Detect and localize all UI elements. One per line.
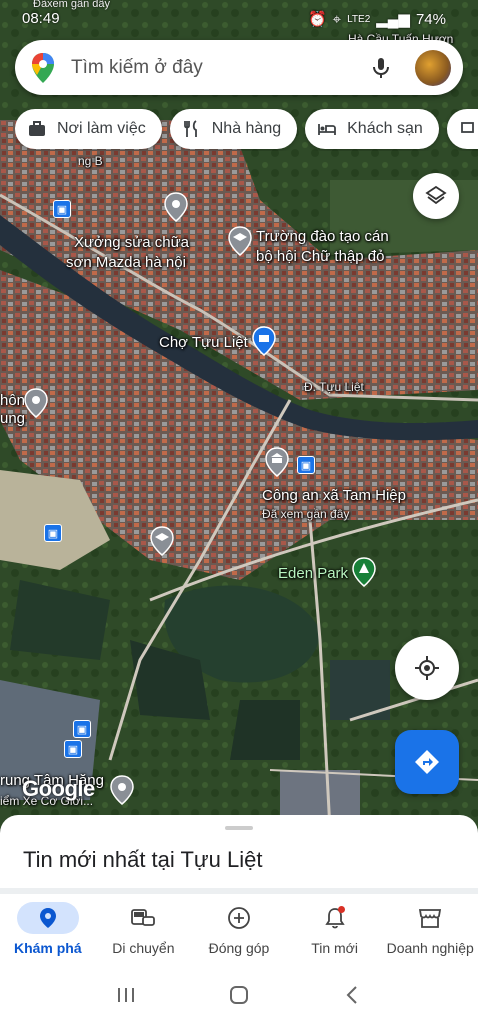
place-pin-icon-2[interactable] xyxy=(24,388,48,418)
map-label-street: Đ. Tựu Liệt xyxy=(304,380,364,394)
map-label-school-1[interactable]: Trường đào tạo cán xyxy=(256,228,389,246)
nav-icon-wrap xyxy=(112,902,174,934)
search-bar[interactable]: Tìm kiếm ở đây xyxy=(15,40,463,95)
bottom-nav: Khám phá Di chuyển Đóng góp Tin mới Doan… xyxy=(0,888,478,966)
mic-icon[interactable] xyxy=(369,56,393,80)
chip-label: Khách sạn xyxy=(347,120,423,137)
restaurant-icon xyxy=(183,120,197,137)
chip-work[interactable]: Nơi làm việc xyxy=(15,109,162,149)
layers-icon xyxy=(425,185,447,205)
avatar[interactable] xyxy=(415,49,451,86)
map-label-police[interactable]: Công an xã Tam Hiệp xyxy=(262,487,406,505)
map-label-left-1[interactable]: hôn xyxy=(0,392,25,410)
park-pin-icon[interactable] xyxy=(352,557,376,587)
bus-stop-icon-3[interactable]: ▣ xyxy=(44,524,62,542)
place-pin-icon-3[interactable] xyxy=(110,775,134,805)
nav-icon-wrap xyxy=(399,902,461,934)
chip-label: Nơi làm việc xyxy=(57,120,146,137)
add-circle-icon xyxy=(228,907,250,929)
place-pin-icon[interactable] xyxy=(164,192,188,222)
briefcase-icon xyxy=(29,121,45,136)
commute-icon xyxy=(131,909,156,926)
map-label-left-2[interactable]: ung xyxy=(0,410,25,428)
nav-explore[interactable]: Khám phá xyxy=(0,894,96,966)
cafe-icon xyxy=(460,122,474,133)
google-logo: Google xyxy=(22,776,95,801)
nav-updates[interactable]: Tin mới xyxy=(287,894,383,966)
bus-stop-icon-2[interactable]: ▣ xyxy=(297,456,315,474)
bottom-sheet[interactable]: Tin mới nhất tại Tựu Liệt xyxy=(0,815,478,895)
chip-label: Nhà hàng xyxy=(211,120,282,137)
map-label-mazda-1[interactable]: Xưởng sửa chữa xyxy=(74,234,189,252)
status-right: ⏰ ⌖ LTE2 ▂▄▆ 74% xyxy=(307,10,446,29)
sheet-drag-handle[interactable] xyxy=(225,826,253,830)
network-label: LTE2 xyxy=(347,13,371,25)
status-top-text: Đãxem gần đây xyxy=(33,0,111,10)
bus-stop-icon[interactable]: ▣ xyxy=(53,200,71,218)
map-label-road: ng B xyxy=(78,154,103,168)
nav-label: Di chuyển xyxy=(112,940,175,956)
home-icon xyxy=(229,986,248,1004)
map-label-park[interactable]: Eden Park xyxy=(278,565,348,583)
category-chips: Nơi làm việc Nhà hàng Khách sạn xyxy=(15,109,478,151)
layers-button[interactable] xyxy=(413,173,459,219)
recent-apps-button[interactable] xyxy=(114,983,138,1007)
directions-icon xyxy=(415,750,439,774)
status-time: 08:49 xyxy=(22,10,60,27)
nav-icon-wrap xyxy=(208,902,270,934)
bus-stop-icon-5[interactable]: ▣ xyxy=(64,740,82,758)
nav-label: Doanh nghiệp xyxy=(386,940,474,956)
bus-stop-icon-4[interactable]: ▣ xyxy=(73,720,91,738)
my-location-button[interactable] xyxy=(395,636,459,700)
nav-label: Đóng góp xyxy=(208,940,270,956)
school-pin-icon-2[interactable] xyxy=(150,526,174,556)
explore-pin-icon xyxy=(39,908,56,928)
directions-button[interactable] xyxy=(395,730,459,794)
nav-label: Khám phá xyxy=(13,940,82,956)
sheet-title: Tin mới nhất tại Tựu Liệt xyxy=(23,847,263,872)
shopping-pin-icon[interactable] xyxy=(252,326,276,356)
crosshair-icon xyxy=(415,656,439,680)
system-nav-bar xyxy=(0,966,478,1024)
chip-hotels[interactable]: Khách sạn xyxy=(305,109,439,149)
maps-app: Hà Cầu Tuấn Hươn ng B Xưởng sửa chữa sơn… xyxy=(0,0,478,1024)
nav-business[interactable]: Doanh nghiệp xyxy=(382,894,478,966)
map-label-police-sub: Đã xem gần đây xyxy=(262,507,350,521)
hotel-icon xyxy=(318,124,337,135)
nav-label: Tin mới xyxy=(311,940,358,956)
back-icon xyxy=(346,986,357,1004)
search-input[interactable]: Tìm kiếm ở đây xyxy=(71,57,369,79)
google-maps-pin-icon xyxy=(32,52,54,83)
government-pin-icon[interactable] xyxy=(265,447,289,477)
nav-icon-wrap xyxy=(304,902,366,934)
nav-icon-wrap xyxy=(16,902,79,934)
home-button[interactable] xyxy=(227,983,251,1007)
back-button[interactable] xyxy=(340,983,364,1007)
nav-commute[interactable]: Di chuyển xyxy=(96,894,192,966)
chip-more[interactable] xyxy=(446,109,478,149)
map-label-school-2[interactable]: bộ hội Chữ thập đỏ xyxy=(256,248,384,266)
chip-restaurants[interactable]: Nhà hàng xyxy=(169,109,298,149)
location-icon: ⌖ xyxy=(332,10,342,28)
recent-apps-icon xyxy=(118,988,135,1002)
battery-label: 74% xyxy=(415,10,446,28)
nav-contribute[interactable]: Đóng góp xyxy=(191,894,287,966)
alarm-icon: ⏰ xyxy=(307,11,327,28)
status-bar: Đãxem gần đây 08:49 ⏰ ⌖ LTE2 ▂▄▆ 74% xyxy=(0,0,478,38)
map-label-market[interactable]: Chợ Tựu Liệt xyxy=(159,334,248,352)
map-label-mazda-2[interactable]: sơn Mazda hà nội xyxy=(66,254,186,272)
school-pin-icon[interactable] xyxy=(228,226,252,256)
storefront-icon xyxy=(419,909,442,928)
signal-icon: ▂▄▆ xyxy=(376,11,410,28)
